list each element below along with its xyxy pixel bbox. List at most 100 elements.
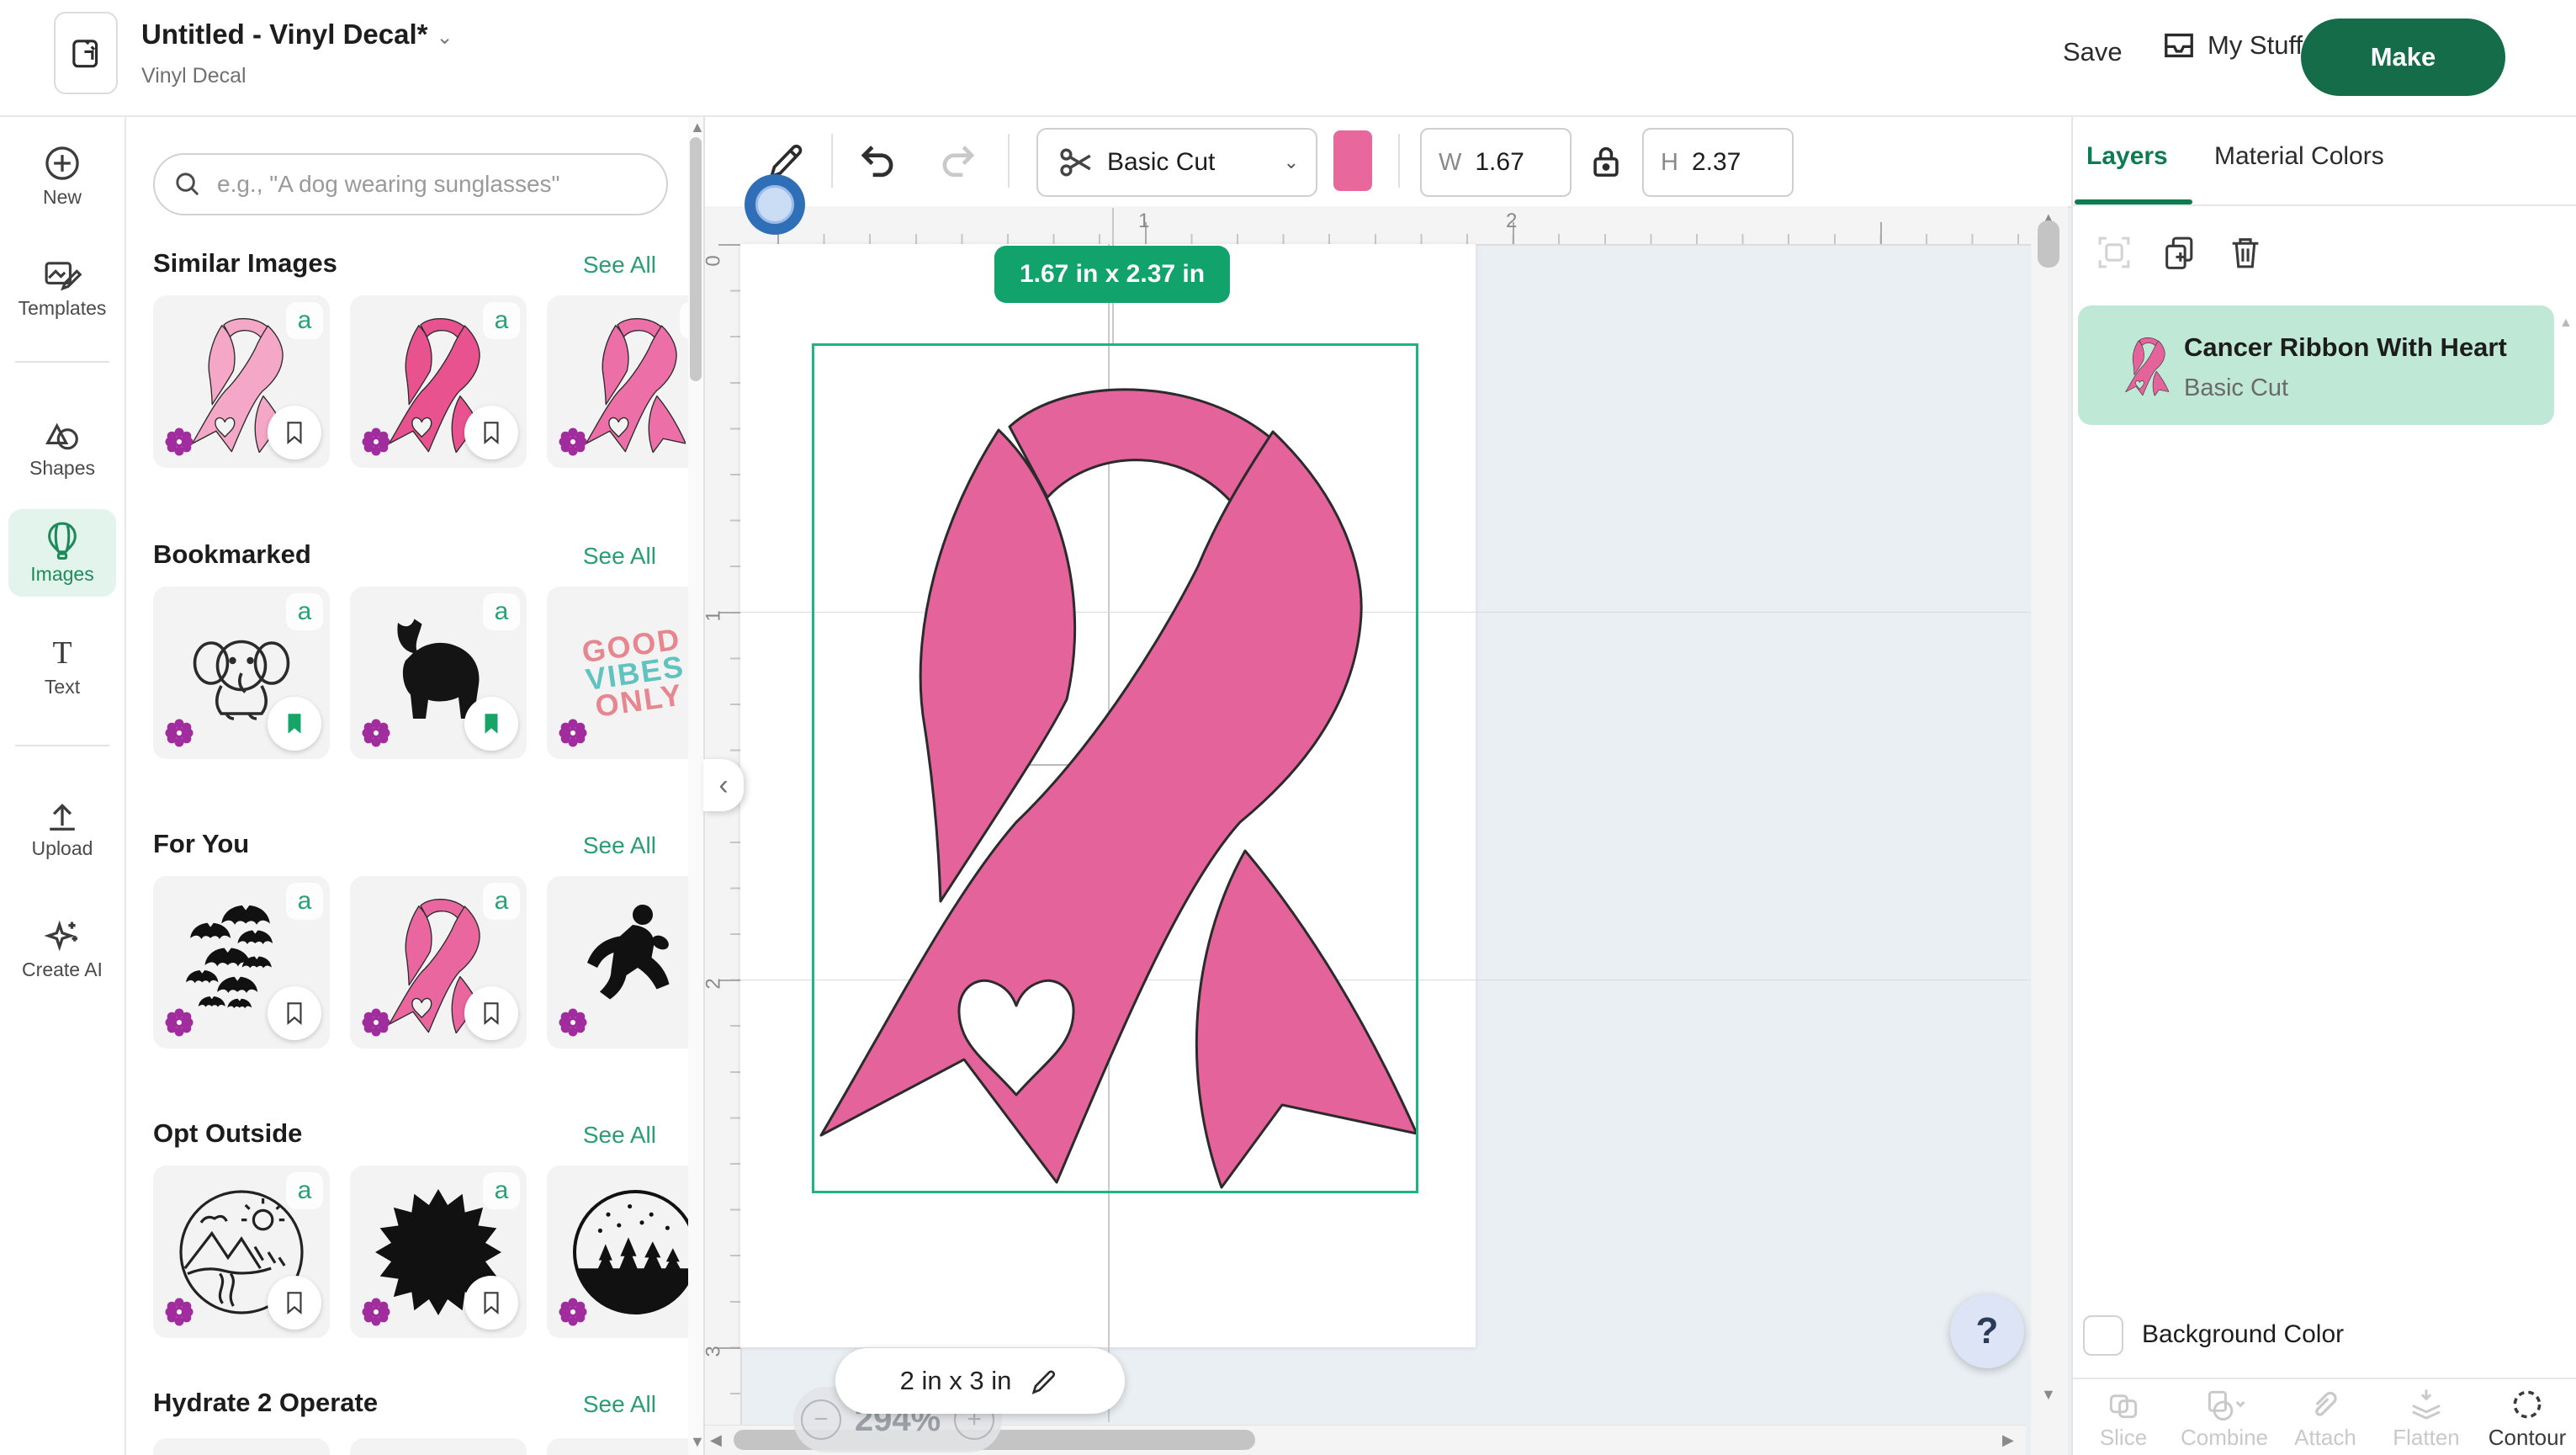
image-card-forest-circle[interactable] [547,1166,705,1338]
edit-pencil-icon[interactable] [1028,1365,1060,1397]
selection-size-pill: 1.67 in x 2.37 in [994,246,1230,303]
home-logo-button[interactable] [54,12,118,94]
trash-icon[interactable] [2226,233,2265,272]
design-canvas-area[interactable]: Basic Cut ⌄ W H 1 2 0 1 2 [703,115,2071,1455]
section-title: For You [153,829,249,859]
access-flower-icon [360,1296,392,1328]
balloon-icon [0,521,125,560]
sidebar-item-create-ai[interactable]: Create AI [0,916,125,981]
project-title[interactable]: Untitled - Vinyl Decal*⌄ [141,19,453,50]
image-card-pink-ribbon-heart[interactable]: a [350,876,527,1049]
text-icon: T [0,635,125,672]
sidebar-item-shapes[interactable]: Shapes [0,417,125,480]
layer-row-cancer-ribbon[interactable]: Cancer Ribbon With Heart Basic Cut [2078,305,2554,425]
scroll-down-icon[interactable]: ▼ [2041,1386,2056,1404]
undo-icon[interactable] [856,139,898,181]
svg-text:T: T [52,635,72,671]
bookmark-button[interactable] [464,406,518,459]
slice-button: Slice [2073,1379,2174,1455]
section-title: Similar Images [153,248,337,279]
image-card-pink-ribbon[interactable]: a [547,295,705,468]
bookmark-button-active[interactable] [268,697,321,751]
scroll-up-icon[interactable]: ▲ [690,119,705,136]
height-label: H [1661,149,1678,177]
tab-layers[interactable]: Layers [2086,142,2168,171]
image-card-football-player[interactable] [547,876,705,1049]
scissors-icon [1058,144,1095,181]
sidebar-item-templates[interactable]: Templates [0,257,125,320]
canvas-vertical-scrollbar[interactable] [2031,206,2068,1455]
image-card-good-vibes[interactable]: GOOD VIBES ONLY [547,587,705,759]
see-all-link[interactable]: See All [583,543,656,570]
bookmark-button[interactable] [268,406,321,459]
card-row: a a a [153,295,705,468]
save-button[interactable]: Save [2063,37,2123,67]
image-card-elephant-silhouette[interactable]: a [350,587,527,759]
canvas-toolbar: Basic Cut ⌄ W H [703,115,2071,208]
redo-icon[interactable] [937,139,979,181]
image-card[interactable] [153,1438,330,1455]
bookmark-button[interactable] [464,986,518,1040]
operation-label: Basic Cut [1107,148,1215,177]
card-row: a a [153,1166,705,1338]
height-field[interactable]: H [1642,128,1794,197]
zoom-out-button[interactable]: − [801,1399,841,1440]
image-search-box[interactable] [153,153,668,215]
card-row: a a [153,876,705,1049]
image-card-mountain-scene[interactable]: a [153,1166,330,1338]
vertical-ruler: 0 1 2 3 [703,244,742,1426]
mat-size-pill[interactable]: 2 in x 3 in [835,1348,1125,1414]
image-card[interactable] [350,1438,527,1455]
image-card-bat-swarm[interactable]: a [153,876,330,1049]
list-scroll-up-icon[interactable]: ▲ [2559,316,2573,331]
chevron-down-icon: ⌄ [1284,151,1299,173]
tab-material-colors[interactable]: Material Colors [2214,142,2384,171]
access-badge: a [286,1172,323,1209]
operation-dropdown[interactable]: Basic Cut ⌄ [1036,128,1317,197]
pointer-indicator [745,174,805,235]
lock-icon[interactable] [1588,142,1624,181]
bookmark-button[interactable] [268,986,321,1040]
sidebar-item-images[interactable]: Images [0,521,125,586]
see-all-link[interactable]: See All [583,1122,656,1149]
card-row: a a GOOD VIBES ONLY [153,587,705,759]
access-badge: a [483,302,520,339]
image-card-pink-ribbon-dark[interactable]: a [350,295,527,468]
image-card-pink-ribbon-light[interactable]: a [153,295,330,468]
sidebar-item-upload[interactable]: Upload [0,795,125,860]
layer-color-swatch[interactable] [1333,130,1372,191]
cancer-ribbon-artwork[interactable] [814,346,1416,1189]
my-stuff-button[interactable]: My Stuff [2162,30,2303,61]
height-input[interactable] [1690,147,1769,178]
image-card-sun-burst[interactable]: a [350,1166,527,1338]
contour-button[interactable]: Contour [2477,1379,2576,1455]
search-input[interactable] [215,170,666,199]
vertical-scrollbar-thumb[interactable] [2038,220,2059,268]
see-all-link[interactable]: See All [583,252,656,279]
bookmark-button[interactable] [268,1276,321,1330]
duplicate-icon[interactable] [2160,233,2199,272]
background-color-checkbox[interactable] [2083,1315,2123,1356]
bookmark-button-active[interactable] [464,697,518,751]
width-input[interactable] [1473,147,1552,178]
access-flower-icon [163,1296,195,1328]
sidebar-item-new[interactable]: New [0,144,125,209]
help-button[interactable]: ? [1950,1294,2024,1368]
see-all-link[interactable]: See All [583,1391,656,1418]
scroll-left-icon[interactable]: ◀ [710,1431,722,1449]
see-all-link[interactable]: See All [583,832,656,859]
image-card-elephant-outline[interactable]: a [153,587,330,759]
bookmark-button[interactable] [464,1276,518,1330]
collapse-panel-button[interactable]: ‹ [703,759,744,811]
width-field[interactable]: W [1420,128,1572,197]
scroll-down-icon[interactable]: ▼ [690,1433,705,1451]
sidebar-item-text[interactable]: T Text [0,635,125,698]
section-title: Opt Outside [153,1118,302,1149]
layers-panel: Layers Material Colors Cancer Ribbon Wit… [2071,115,2576,1455]
image-card[interactable] [547,1438,705,1455]
scroll-right-icon[interactable]: ▶ [2002,1431,2014,1449]
horizontal-ruler: 1 2 [740,206,2068,246]
selection-bounding-box[interactable] [812,343,1418,1193]
make-button[interactable]: Make [2301,19,2505,96]
panel-scrollbar-thumb[interactable] [690,137,702,381]
